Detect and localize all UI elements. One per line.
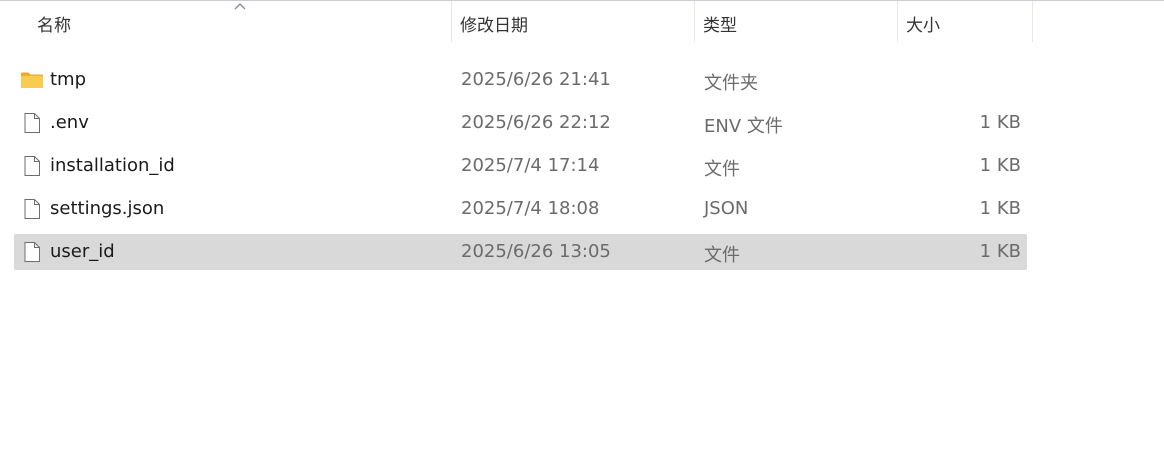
file-icon — [24, 199, 40, 219]
file-date: 2025/6/26 21:41 — [461, 69, 611, 90]
file-type: 文件 — [704, 245, 740, 266]
column-header: 名称 修改日期 类型 大小 — [0, 1, 1033, 42]
file-date: 2025/7/4 18:08 — [461, 198, 600, 219]
file-name: tmp — [50, 69, 87, 90]
file-row-installation-id[interactable]: installation_id 2025/7/4 17:14 文件 1 KB — [14, 148, 1027, 184]
column-header-size-label: 大小 — [906, 16, 940, 36]
file-icon — [24, 156, 40, 176]
folder-icon — [21, 72, 43, 88]
file-icon — [24, 242, 40, 262]
file-size: 1 KB — [979, 155, 1021, 176]
file-row-env[interactable]: .env 2025/6/26 22:12 ENV 文件 1 KB — [14, 105, 1027, 141]
file-type: JSON — [704, 198, 749, 219]
file-row-settings-json[interactable]: settings.json 2025/7/4 18:08 JSON 1 KB — [14, 191, 1027, 227]
column-header-type[interactable]: 类型 — [695, 1, 898, 42]
file-date: 2025/6/26 22:12 — [461, 112, 611, 133]
column-header-date-label: 修改日期 — [460, 16, 528, 36]
file-type: 文件 — [704, 159, 740, 180]
column-header-size[interactable]: 大小 — [898, 1, 1033, 42]
file-type: ENV 文件 — [704, 116, 783, 137]
file-name: .env — [50, 112, 89, 133]
file-list-pane: 名称 修改日期 类型 大小 tmp 2025/6/26 21:41 文件夹 .e… — [0, 0, 1164, 472]
file-row-user-id[interactable]: user_id 2025/6/26 13:05 文件 1 KB — [14, 234, 1027, 270]
file-row-tmp[interactable]: tmp 2025/6/26 21:41 文件夹 — [14, 62, 1027, 98]
file-list: tmp 2025/6/26 21:41 文件夹 .env 2025/6/26 2… — [14, 62, 1027, 277]
column-header-name-label: 名称 — [37, 16, 71, 36]
file-date: 2025/6/26 13:05 — [461, 241, 611, 262]
file-size: 1 KB — [979, 112, 1021, 133]
column-header-date[interactable]: 修改日期 — [452, 1, 695, 42]
file-name: user_id — [50, 241, 115, 262]
chevron-up-icon — [234, 3, 246, 10]
file-date: 2025/7/4 17:14 — [461, 155, 600, 176]
column-header-name[interactable]: 名称 — [0, 1, 452, 42]
file-name: installation_id — [50, 155, 175, 176]
file-size: 1 KB — [979, 198, 1021, 219]
file-size: 1 KB — [979, 241, 1021, 262]
file-name: settings.json — [50, 198, 165, 219]
file-icon — [24, 113, 40, 133]
column-header-type-label: 类型 — [703, 16, 737, 36]
file-type: 文件夹 — [704, 73, 758, 94]
